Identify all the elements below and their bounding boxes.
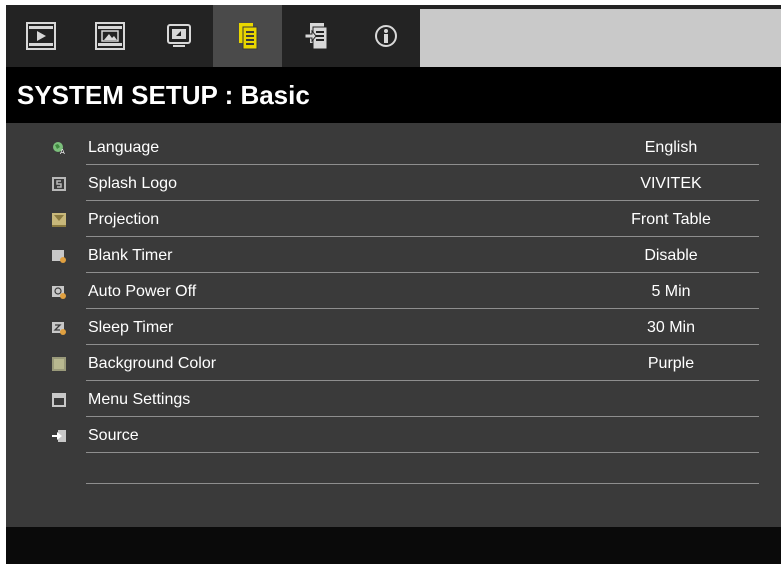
play-picture-icon	[25, 22, 56, 50]
tab-bar-empty-area	[420, 9, 781, 67]
menu-item-label: Sleep Timer	[88, 319, 174, 336]
menu-item-sleep-timer[interactable]: Sleep Timer 30 Min	[52, 309, 759, 345]
menu-item-label: Splash Logo	[88, 175, 177, 192]
tab-system-setup-basic[interactable]	[213, 5, 282, 67]
menu-item-value: Disable	[644, 247, 698, 264]
menu-item-language[interactable]: A Language English	[53, 129, 759, 165]
menu-item-menu-settings[interactable]: Menu Settings	[52, 381, 759, 417]
tab-system-setup-advanced[interactable]	[282, 5, 351, 67]
tab-picture[interactable]	[6, 5, 75, 67]
page-title: SYSTEM SETUP : Basic	[6, 67, 781, 123]
menu-item-blank-timer[interactable]: Blank Timer Disable	[52, 237, 759, 273]
menu-item-value: 30 Min	[646, 319, 696, 336]
menu-item-label: Language	[88, 139, 160, 156]
auto-power-off-icon	[52, 286, 66, 299]
menu-tab-bar	[6, 5, 781, 67]
menu-item-value: Purple	[647, 355, 695, 372]
menu-item-label: Source	[88, 427, 139, 444]
tab-information[interactable]	[351, 5, 420, 67]
sleep-timer-icon	[52, 322, 66, 335]
splash-logo-icon	[52, 177, 66, 191]
menu-item-source[interactable]: Source	[52, 417, 759, 453]
divider	[86, 483, 759, 484]
background-color-icon	[52, 357, 66, 371]
menu-item-value: English	[644, 139, 698, 156]
system-setup-basic-icon	[238, 23, 257, 50]
menu-item-label: Background Color	[88, 355, 217, 372]
menu-item-value: 5 Min	[651, 283, 691, 300]
information-icon	[374, 25, 397, 47]
menu-item-label: Auto Power Off	[88, 283, 197, 300]
system-setup-advanced-icon	[304, 23, 327, 50]
menu-item-value: Front Table	[631, 211, 711, 228]
status-bar	[6, 527, 781, 564]
menu-item-label: Blank Timer	[88, 247, 173, 264]
menu-item-label: Projection	[88, 211, 160, 228]
menu-item-background-color[interactable]: Background Color Purple	[52, 345, 759, 381]
tab-image-settings[interactable]	[75, 5, 144, 67]
menu-item-auto-power-off[interactable]: Auto Power Off 5 Min	[52, 273, 759, 309]
blank-timer-icon	[52, 250, 66, 263]
menu-item-label: Menu Settings	[88, 391, 191, 408]
language-icon: A	[53, 142, 65, 155]
menu-settings-icon	[52, 393, 66, 407]
menu-item-projection[interactable]: Projection Front Table	[52, 201, 759, 237]
display-icon	[166, 24, 191, 47]
menu-list: A Language English Splash Logo VIVITEK P…	[6, 129, 781, 453]
osd-menu: SYSTEM SETUP : Basic A Language English …	[6, 5, 781, 564]
tab-display[interactable]	[144, 5, 213, 67]
menu-item-splash-logo[interactable]: Splash Logo VIVITEK	[52, 165, 759, 201]
svg-text:A: A	[60, 148, 65, 155]
menu-item-value: VIVITEK	[640, 175, 702, 192]
image-settings-icon	[94, 22, 125, 50]
projection-icon	[52, 213, 66, 227]
source-icon	[52, 430, 66, 442]
